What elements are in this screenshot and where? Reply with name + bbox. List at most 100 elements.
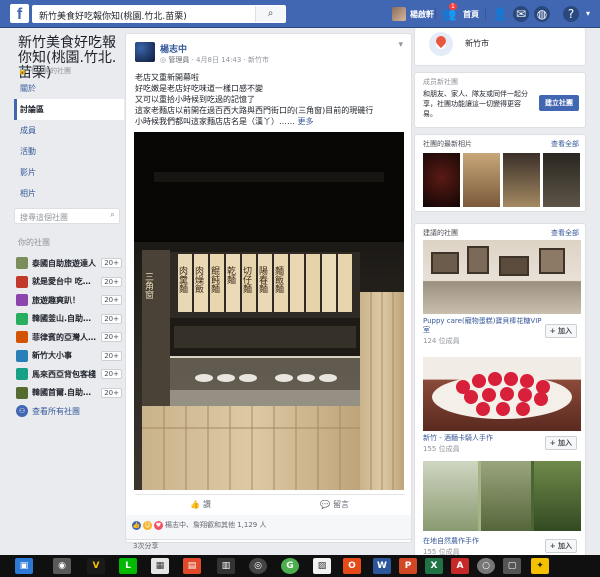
- count-badge: 20+: [101, 350, 122, 361]
- post-author[interactable]: 楊志中: [160, 42, 187, 55]
- list-item[interactable]: 韓國釜山.自助… 20+: [16, 310, 122, 329]
- create-group-button[interactable]: 建立社團: [539, 95, 579, 111]
- photo-thumbnail[interactable]: [463, 153, 500, 207]
- app-icon[interactable]: ▤: [183, 558, 201, 574]
- excel-icon[interactable]: X: [425, 558, 443, 574]
- post-options-icon[interactable]: ▾: [398, 40, 403, 50]
- list-item[interactable]: 旅遊趣爽趴！ 20+: [16, 291, 122, 310]
- count-badge: 20+: [101, 258, 122, 269]
- list-item[interactable]: 菲律賓的亞灣人… 20+: [16, 328, 122, 347]
- group-privacy: 🔒 不公開的社團: [18, 66, 71, 76]
- facebook-logo-icon[interactable]: f: [10, 4, 29, 23]
- pin-app-icon[interactable]: ✦: [531, 558, 549, 574]
- search-icon: ⌕: [267, 8, 274, 19]
- v-app-icon[interactable]: V: [87, 558, 105, 574]
- list-item[interactable]: 新竹大小事 20+: [16, 347, 122, 366]
- sign-label: 陽春麵: [257, 266, 268, 294]
- post-text: 老店又重新開幕啦 好吃嫩是老店好吃味道一樣口感不變 又可以重拾小時候到吃過的記憶…: [135, 72, 407, 127]
- post-footer: 👍 ☺ ♥ 楊志中、詹翔叡和其他 1,129 人: [125, 515, 412, 540]
- group-name: 韓國首爾.自助…: [32, 388, 92, 398]
- messenger-icon[interactable]: ✉: [513, 6, 529, 22]
- suggested-group-image[interactable]: [423, 240, 581, 314]
- reactions-summary[interactable]: 👍 ☺ ♥ 楊志中、詹翔叡和其他 1,129 人: [132, 520, 267, 530]
- powerpoint-icon[interactable]: P: [399, 558, 417, 574]
- nav-about[interactable]: 關於: [14, 78, 124, 99]
- file-explorer-icon[interactable]: ▣: [15, 558, 33, 574]
- post-location[interactable]: 新竹市: [248, 56, 269, 64]
- see-all-groups-link[interactable]: ⚇ 查看所有社團: [16, 402, 122, 421]
- group-name: 新竹大小事: [32, 351, 72, 361]
- sign-label: 三角窗: [143, 272, 154, 300]
- media-icon[interactable]: ◎: [249, 558, 267, 574]
- join-group-button[interactable]: + 加入: [544, 436, 577, 450]
- post-line: 老店又重新開幕啦: [135, 73, 199, 82]
- like-button[interactable]: 👍 讚: [190, 499, 211, 510]
- app-icon[interactable]: ▨: [313, 558, 331, 574]
- suggested-group-name[interactable]: Puppy care(寵物蛋糕)寶貝棒花糖VIP室: [423, 317, 543, 335]
- group-thumbnail: [16, 386, 28, 399]
- suggested-groups-heading: 建議的社團: [423, 229, 458, 237]
- see-all-suggested-link[interactable]: 查看全部: [551, 228, 579, 238]
- profile-link[interactable]: 楊啟軒: [392, 6, 434, 22]
- nav-events[interactable]: 活動: [14, 141, 124, 162]
- avatar[interactable]: [135, 42, 155, 62]
- office-icon[interactable]: O: [343, 558, 361, 574]
- word-icon[interactable]: W: [373, 558, 391, 574]
- love-reaction-icon: ♥: [154, 520, 163, 530]
- post-date[interactable]: 4月8日 14:43: [196, 56, 241, 64]
- app-icon[interactable]: ◉: [53, 558, 71, 574]
- avatar: [392, 7, 406, 21]
- search-input[interactable]: 新竹美食好吃報你知(桃園.竹北.苗栗) ⌕: [32, 5, 286, 23]
- nav-photos[interactable]: 相片: [14, 183, 124, 204]
- photo-thumbnail[interactable]: [423, 153, 460, 207]
- see-more-link[interactable]: 更多: [298, 117, 314, 126]
- location-card[interactable]: 新竹市: [414, 28, 586, 66]
- list-item[interactable]: 韓國首爾.自助… 20+: [16, 384, 122, 403]
- suggested-group-name[interactable]: 在地自然農作手作: [423, 537, 543, 546]
- list-item[interactable]: 泰國自助旅遊達人 20+: [16, 254, 122, 273]
- nav-videos[interactable]: 影片: [14, 162, 124, 183]
- photo-thumbnail[interactable]: [503, 153, 540, 207]
- home-link[interactable]: 首頁: [463, 9, 479, 20]
- suggested-group-name[interactable]: 新竹 - 酒麵卡騎人手作: [423, 434, 543, 443]
- acrobat-icon[interactable]: A: [451, 558, 469, 574]
- nav-members[interactable]: 成員: [14, 120, 124, 141]
- chevron-down-icon[interactable]: ▾: [580, 6, 596, 22]
- group-search-input[interactable]: 搜尋這個社團 ⌕: [14, 208, 120, 224]
- help-icon[interactable]: ?: [563, 6, 579, 22]
- search-button[interactable]: ⌕: [255, 6, 285, 22]
- nav-discussion[interactable]: 討論區: [14, 99, 124, 120]
- suggested-group-image[interactable]: [423, 357, 581, 431]
- calendar-icon[interactable]: ▥: [217, 558, 235, 574]
- list-item[interactable]: 就是愛台中 吃… 20+: [16, 273, 122, 292]
- sign-label: 肉羹麵: [177, 265, 188, 294]
- join-group-button[interactable]: + 加入: [544, 539, 577, 553]
- app-icon[interactable]: ▦: [151, 558, 169, 574]
- post-photo[interactable]: 三角窗 肉羹麵 肉燥飯 餛飩麵 乾麵 切仔麵 陽春麵 麵飯麵: [134, 132, 404, 490]
- group-thumbnail: [16, 368, 28, 381]
- search-input-value: 新竹美食好吃報你知(桃園.竹北.苗栗): [39, 12, 187, 22]
- join-group-button[interactable]: + 加入: [544, 324, 577, 338]
- group-name: 旅遊趣爽趴！: [32, 295, 80, 305]
- location-label[interactable]: 新竹市: [465, 38, 489, 49]
- friend-requests-icon[interactable]: 👤: [492, 6, 508, 22]
- left-sidebar: 新竹美食好吃報你知(桃園.竹北.苗栗) 🔒 不公開的社團 關於 討論區 成員 活…: [0, 28, 125, 558]
- group-name: 馬來西亞背包客棧: [32, 369, 96, 379]
- suggested-group-image[interactable]: [423, 461, 581, 531]
- sign-label: 肉燥飯: [193, 265, 204, 294]
- notifications-globe-icon[interactable]: ◍: [534, 6, 550, 22]
- line-icon[interactable]: L: [119, 558, 137, 574]
- list-item[interactable]: 馬來西亞背包客棧 20+: [16, 365, 122, 384]
- user-name: 楊啟軒: [410, 9, 434, 19]
- green-app-icon[interactable]: G: [281, 558, 299, 574]
- comment-button[interactable]: 💬 留言: [320, 499, 349, 510]
- see-all-photos-link[interactable]: 查看全部: [551, 139, 579, 149]
- circle-icon[interactable]: ○: [477, 558, 495, 574]
- app-icon[interactable]: ▢: [503, 558, 521, 574]
- photo-thumbnail[interactable]: [543, 153, 580, 207]
- group-thumbnail: [16, 349, 28, 362]
- see-all-groups-label: 查看所有社團: [32, 406, 80, 416]
- share-count[interactable]: 3次分享: [133, 541, 158, 551]
- group-name: 韓國釜山.自助…: [32, 314, 92, 324]
- map-pin-icon: [429, 32, 453, 56]
